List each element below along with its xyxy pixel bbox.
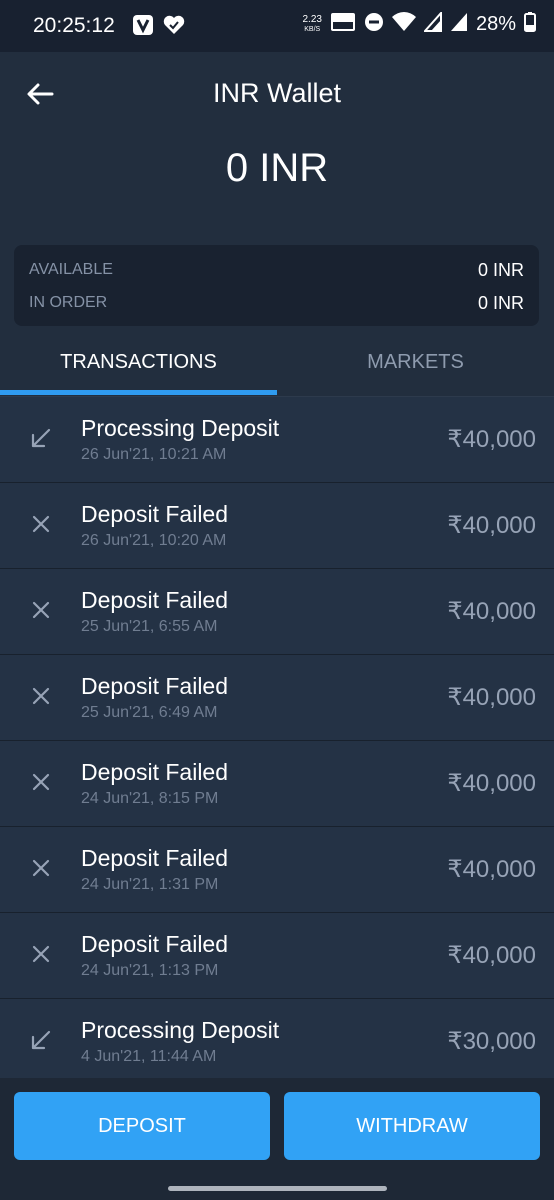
- withdraw-button[interactable]: WITHDRAW: [284, 1092, 540, 1160]
- transaction-row[interactable]: Processing Deposit 4 Jun'21, 11:44 AM ₹30,…: [0, 999, 554, 1085]
- dnd-icon: [364, 12, 384, 37]
- deposit-button[interactable]: DEPOSIT: [14, 1092, 270, 1160]
- page-title: INR Wallet: [212, 78, 341, 108]
- transaction-row[interactable]: Deposit Failed 25 Jun'21, 6:49 AM ₹40,000: [0, 655, 554, 741]
- signal-icon: [422, 10, 442, 37]
- transaction-amount: ₹40,000: [447, 426, 536, 453]
- transaction-row[interactable]: Processing Deposit 26 Jun'21, 10:21 AM ₹40…: [0, 397, 554, 483]
- transaction-row[interactable]: Deposit Failed 24 Jun'21, 1:31 PM ₹40,000: [0, 827, 554, 913]
- arrow-down-left-icon: [28, 425, 54, 451]
- transaction-title: Deposit Failed: [81, 587, 229, 613]
- transaction-date: 24 Jun'21, 8:15 PM: [81, 790, 219, 807]
- transaction-amount: ₹40,000: [447, 598, 536, 625]
- transaction-date: 26 Jun'21, 10:20 AM: [81, 532, 227, 549]
- tab-bar: TRANSACTIONS MARKETS: [0, 342, 554, 397]
- cross-icon: [28, 511, 54, 537]
- balance-summary: AVAILABLE 0 INR IN ORDER 0 INR: [14, 245, 539, 326]
- active-tab-indicator: [0, 390, 277, 395]
- action-bar: DEPOSIT WITHDRAW: [0, 1078, 554, 1200]
- tab-transactions[interactable]: TRANSACTIONS: [0, 342, 277, 396]
- home-indicator[interactable]: [168, 1186, 387, 1191]
- available-row: AVAILABLE 0 INR: [29, 257, 524, 283]
- in-order-value: 0 INR: [477, 292, 524, 313]
- netspeed-indicator: 2.23 KB/S: [302, 13, 322, 35]
- heart-check-icon: [162, 14, 186, 41]
- transaction-title: Deposit Failed: [81, 501, 229, 527]
- cross-icon: [28, 769, 54, 795]
- transaction-title: Deposit Failed: [81, 845, 229, 871]
- transaction-title: Deposit Failed: [81, 759, 229, 785]
- transaction-title: Deposit Failed: [81, 931, 229, 957]
- available-label: AVAILABLE: [29, 261, 113, 278]
- vpn-icon: [132, 14, 154, 41]
- wallet-header: INR Wallet 0 INR AVAILABLE 0 INR IN ORDE…: [0, 52, 554, 342]
- cross-icon: [28, 855, 54, 881]
- in-order-label: IN ORDER: [29, 294, 108, 311]
- transaction-date: 24 Jun'21, 1:31 PM: [81, 876, 219, 893]
- in-order-row: IN ORDER 0 INR: [29, 290, 524, 316]
- cross-icon: [28, 597, 54, 623]
- transaction-list: Processing Deposit 26 Jun'21, 10:21 AM ₹40…: [0, 397, 554, 1085]
- netspeed-value: 2.23: [302, 13, 322, 25]
- transaction-amount: ₹40,000: [447, 512, 536, 539]
- transaction-date: 26 Jun'21, 10:21 AM: [81, 446, 227, 463]
- transaction-title: Deposit Failed: [81, 673, 229, 699]
- arrow-down-left-icon: [28, 1027, 54, 1053]
- transaction-title: Processing Deposit: [81, 415, 280, 441]
- total-balance: 0 INR: [225, 146, 329, 190]
- transaction-amount: ₹40,000: [447, 684, 536, 711]
- transaction-amount: ₹40,000: [447, 770, 536, 797]
- transaction-date: 4 Jun'21, 11:44 AM: [81, 1048, 217, 1065]
- transaction-row[interactable]: Deposit Failed 26 Jun'21, 10:20 AM ₹40,000: [0, 483, 554, 569]
- transaction-amount: ₹30,000: [447, 1028, 536, 1055]
- transaction-amount: ₹40,000: [447, 856, 536, 883]
- wifi-icon: [391, 12, 416, 37]
- transaction-row[interactable]: Deposit Failed 24 Jun'21, 1:13 PM ₹40,000: [0, 913, 554, 999]
- netspeed-unit: KB/S: [304, 25, 321, 33]
- available-value: 0 INR: [477, 259, 524, 280]
- transaction-row[interactable]: Deposit Failed 24 Jun'21, 8:15 PM ₹40,000: [0, 741, 554, 827]
- signal-icon: [450, 12, 468, 37]
- tab-markets[interactable]: MARKETS: [277, 342, 554, 396]
- transaction-date: 24 Jun'21, 1:13 PM: [81, 962, 219, 979]
- transaction-title: Processing Deposit: [81, 1017, 280, 1043]
- transaction-amount: ₹40,000: [447, 942, 536, 969]
- transaction-row[interactable]: Deposit Failed 25 Jun'21, 6:55 AM ₹40,000: [0, 569, 554, 655]
- status-bar: 20:25:12 2.23 KB/S 28%: [0, 0, 554, 52]
- battery-icon: [524, 12, 536, 37]
- cross-icon: [28, 941, 54, 967]
- status-time: 20:25:12: [33, 14, 115, 37]
- battery-percent: 28%: [475, 13, 516, 35]
- volte-icon: [330, 12, 356, 37]
- cross-icon: [28, 683, 54, 709]
- transaction-date: 25 Jun'21, 6:55 AM: [81, 618, 218, 635]
- transaction-date: 25 Jun'21, 6:49 AM: [81, 704, 218, 721]
